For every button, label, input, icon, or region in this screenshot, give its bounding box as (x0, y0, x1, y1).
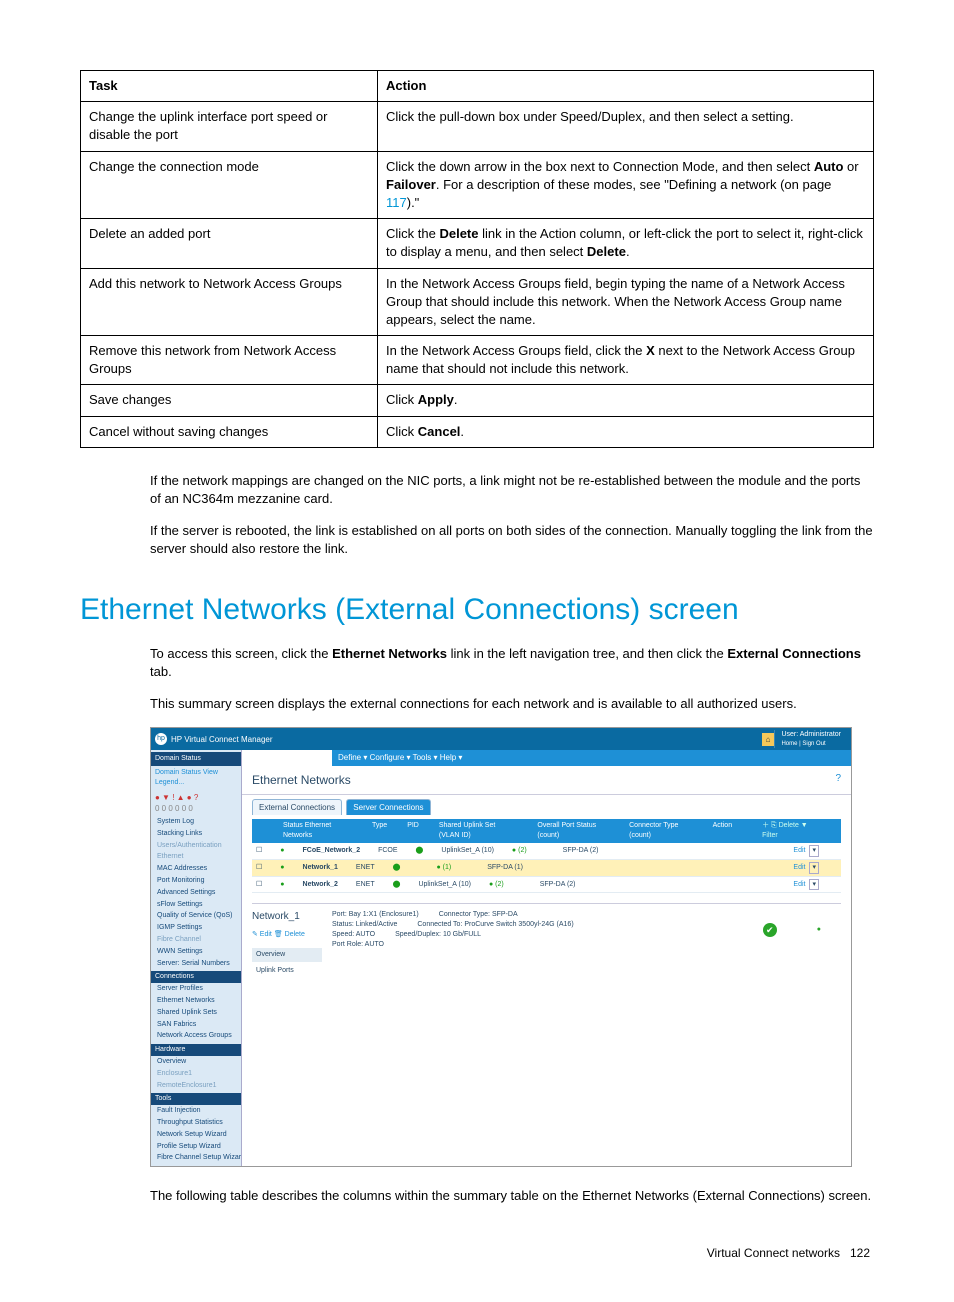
th-task: Task (81, 71, 378, 102)
tab-server-connections[interactable]: Server Connections (346, 799, 430, 815)
table-row: Change the uplink interface port speed o… (81, 102, 874, 151)
nav-item[interactable]: RemoteEnclosure1 (151, 1080, 241, 1092)
detail-title: Network_1 (252, 910, 322, 924)
table-row: Delete an added port Click the Delete li… (81, 219, 874, 268)
nav-item[interactable]: MAC Addresses (151, 863, 241, 875)
domain-status-header: Domain Status (151, 752, 241, 766)
table-row: Cancel without saving changes Click Canc… (81, 416, 874, 447)
nav-item[interactable]: Advanced Settings (151, 887, 241, 899)
help-icon[interactable]: ? (835, 772, 841, 786)
nav-item[interactable]: Users/Authentication (151, 840, 241, 852)
detail-edit-delete[interactable]: ✎ Edit 🗑 Delete (252, 930, 322, 940)
status-ok-icon: ✔ (763, 923, 777, 937)
para-access: To access this screen, click the Etherne… (80, 645, 874, 681)
nav-item[interactable]: Hardware (151, 1044, 241, 1056)
nav-item[interactable]: Enclosure1 (151, 1068, 241, 1080)
nav-item[interactable]: Network Access Groups (151, 1030, 241, 1042)
detail-overview-tab[interactable]: Overview (252, 948, 322, 962)
nav-item[interactable]: Fibre Channel Setup Wizard (151, 1152, 241, 1164)
table-row: Add this network to Network Access Group… (81, 268, 874, 336)
action-dropdown-icon[interactable]: ▾ (809, 845, 819, 857)
main-menu-bar[interactable]: Define ▾ Configure ▾ Tools ▾ Help ▾ (332, 750, 851, 765)
status-icons-row: ● ▼ ! ▲ ● ? 0 0 0 0 0 0 (151, 790, 241, 816)
table-row: Change the connection mode Click the dow… (81, 151, 874, 219)
nav-item[interactable]: Connections (151, 971, 241, 983)
th-action: Action (378, 71, 874, 102)
network-row-selected[interactable]: ☐●Network_1 ENET⬤ ● (1) SFP-DA (1) Edit▾ (252, 860, 841, 877)
nav-item[interactable]: Throughput Statistics (151, 1117, 241, 1129)
nav-item[interactable]: SAN Fabrics (151, 1019, 241, 1031)
tab-external-connections[interactable]: External Connections (252, 799, 342, 815)
network-row[interactable]: ☐●Network_2 ENET⬤ UplinkSet_A (10) ● (2)… (252, 877, 841, 894)
nav-item[interactable]: WWN Settings (151, 946, 241, 958)
nav-item[interactable]: Ethernet (151, 851, 241, 863)
page-link[interactable]: 117 (386, 195, 407, 210)
hp-logo-icon: hp (155, 733, 167, 745)
nav-item[interactable]: Fibre Channel (151, 934, 241, 946)
page-title: Ethernet Networks ? (242, 766, 851, 796)
edit-link[interactable]: Edit (793, 880, 805, 890)
detail-uplink-tab[interactable]: Uplink Ports (252, 962, 322, 980)
detail-pane: Network_1 ✎ Edit 🗑 Delete Overview Uplin… (252, 903, 841, 979)
para-reboot-note: If the server is rebooted, the link is e… (80, 522, 874, 558)
app-titlebar: hp HP Virtual Connect Manager ⌂ User: Ad… (151, 728, 851, 750)
table-row: Remove this network from Network Access … (81, 336, 874, 385)
table-row: Save changes Click Apply. (81, 385, 874, 416)
nav-item[interactable]: Tools (151, 1093, 241, 1105)
nav-item[interactable]: Port Monitoring (151, 875, 241, 887)
user-sublinks[interactable]: Home | Sign Out (781, 740, 841, 748)
nav-item[interactable]: Fault Injection (151, 1105, 241, 1117)
nav-item[interactable]: sFlow Settings (151, 899, 241, 911)
nav-item[interactable]: Server: Serial Numbers (151, 958, 241, 970)
page-footer: Virtual Connect networks 122 (80, 1245, 874, 1262)
nav-item[interactable]: Server Profiles (151, 983, 241, 995)
home-icon[interactable]: ⌂ (762, 733, 775, 746)
para-nic-note: If the network mappings are changed on t… (80, 472, 874, 508)
nav-item[interactable]: IGMP Settings (151, 922, 241, 934)
app-title: HP Virtual Connect Manager (171, 734, 273, 745)
table-tools[interactable]: ＋ ⎘ Delete ▼ Filter (762, 821, 817, 841)
nav-item[interactable]: Stacking Links (151, 828, 241, 840)
table-header-row: Status Ethernet Networks Type PID Shared… (252, 819, 841, 843)
status-dot-icon: ● (817, 925, 821, 935)
nav-item[interactable]: Overview (151, 1056, 241, 1068)
action-dropdown-icon[interactable]: ▾ (809, 862, 819, 874)
edit-link[interactable]: Edit (793, 863, 805, 873)
app-screenshot: hp HP Virtual Connect Manager ⌂ User: Ad… (150, 727, 852, 1167)
edit-link[interactable]: Edit (793, 846, 805, 856)
action-dropdown-icon[interactable]: ▾ (809, 879, 819, 891)
domain-status-legend[interactable]: Domain Status View Legend... (151, 766, 241, 790)
para-summary: This summary screen displays the externa… (80, 695, 874, 713)
nav-item[interactable]: Profile Setup Wizard (151, 1141, 241, 1153)
user-label: User: Administrator (781, 730, 841, 740)
nav-item[interactable]: System Log (151, 816, 241, 828)
nav-item[interactable]: Network Setup Wizard (151, 1129, 241, 1141)
nav-item[interactable]: Ethernet Networks (151, 995, 241, 1007)
section-heading: Ethernet Networks (External Connections)… (80, 589, 874, 631)
left-nav: Domain Status Domain Status View Legend.… (151, 750, 242, 1166)
para-following-table: The following table describes the column… (80, 1187, 874, 1205)
nav-item[interactable]: Quality of Service (QoS) (151, 910, 241, 922)
network-row[interactable]: ☐●FCoE_Network_2 FCOE⬤ UplinkSet_A (10) … (252, 843, 841, 860)
nav-item[interactable]: Shared Uplink Sets (151, 1007, 241, 1019)
task-action-table: Task Action Change the uplink interface … (80, 70, 874, 448)
